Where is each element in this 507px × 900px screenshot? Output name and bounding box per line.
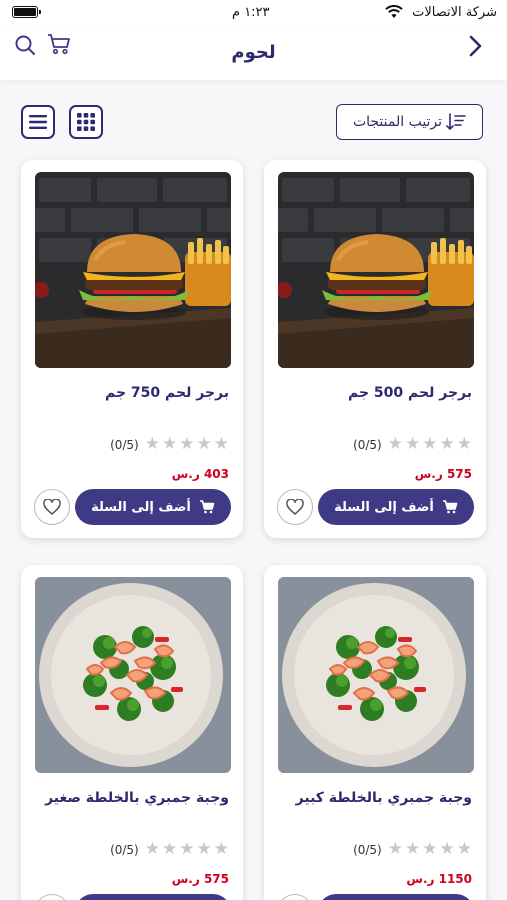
favorite-button[interactable]	[34, 489, 70, 525]
rating-text: (0/5)	[353, 437, 382, 452]
star-icon: ★	[196, 839, 212, 859]
sort-products-button[interactable]: ترتيب المنتجات	[336, 104, 483, 140]
sort-icon	[446, 113, 466, 130]
heart-icon	[286, 499, 304, 515]
star-icon: ★	[213, 839, 229, 859]
product-card[interactable]: وجبة جمبري بالخلطة كبير ★ ★ ★ ★ ★ (0/5) 1150…	[264, 565, 486, 900]
star-icon: ★	[422, 839, 438, 859]
star-icon: ★	[439, 839, 455, 859]
add-to-cart-button[interactable]: أضف إلى السلة	[318, 894, 474, 900]
star-icon: ★	[179, 839, 195, 859]
page-title: لحوم	[231, 42, 276, 63]
cart-add-icon	[199, 500, 215, 514]
wifi-icon	[385, 5, 403, 18]
status-time: ١:٢٣ م	[232, 5, 270, 20]
product-rating: ★ ★ ★ ★ ★ (0/5)	[353, 436, 472, 453]
product-price: 575 ر.س	[414, 467, 472, 481]
star-icon: ★	[144, 839, 160, 859]
product-price: 575 ر.س	[171, 872, 229, 886]
favorite-button[interactable]	[277, 894, 313, 900]
add-to-cart-label: أضف إلى السلة	[91, 499, 191, 515]
product-name[interactable]: برجر لحم 750 جم	[105, 385, 229, 401]
product-rating: ★ ★ ★ ★ ★ (0/5)	[353, 841, 472, 858]
rating-stars: ★ ★ ★ ★ ★	[145, 841, 229, 858]
battery-icon	[12, 6, 41, 18]
product-price: 1150 ر.س	[406, 872, 472, 886]
star-icon: ★	[456, 434, 472, 454]
rating-stars: ★ ★ ★ ★ ★	[388, 841, 472, 858]
product-rating: ★ ★ ★ ★ ★ (0/5)	[110, 841, 229, 858]
star-icon: ★	[213, 434, 229, 454]
rating-stars: ★ ★ ★ ★ ★	[388, 436, 472, 453]
sort-label: ترتيب المنتجات	[352, 114, 443, 130]
product-name[interactable]: وجبة جمبري بالخلطة كبير	[296, 790, 472, 806]
status-bar: ١:٢٣ م شركة الاتصالات	[0, 0, 507, 28]
star-icon: ★	[179, 434, 195, 454]
star-icon: ★	[196, 434, 212, 454]
favorite-button[interactable]	[277, 489, 313, 525]
grid-view-icon	[77, 113, 95, 131]
product-card[interactable]: برجر لحم 750 جم ★ ★ ★ ★ ★ (0/5) 403 ر.س أضف …	[21, 160, 243, 538]
add-to-cart-label: أضف إلى السلة	[334, 499, 434, 515]
star-icon: ★	[422, 434, 438, 454]
product-rating: ★ ★ ★ ★ ★ (0/5)	[110, 436, 229, 453]
carrier-name: شركة الاتصالات	[412, 5, 497, 20]
star-icon: ★	[405, 839, 421, 859]
product-card[interactable]: وجبة جمبري بالخلطة صغير ★ ★ ★ ★ ★ (0/5) 575 …	[21, 565, 243, 900]
star-icon: ★	[405, 434, 421, 454]
product-image[interactable]	[35, 172, 231, 368]
rating-text: (0/5)	[110, 437, 139, 452]
app-header: لحوم	[0, 28, 507, 80]
star-icon: ★	[387, 434, 403, 454]
product-image[interactable]	[278, 172, 474, 368]
product-price: 403 ر.س	[171, 467, 229, 481]
product-image[interactable]	[278, 577, 474, 773]
add-to-cart-button[interactable]: أضف إلى السلة	[75, 894, 231, 900]
rating-text: (0/5)	[110, 842, 139, 857]
star-icon: ★	[162, 839, 178, 859]
product-image[interactable]	[35, 577, 231, 773]
rating-stars: ★ ★ ★ ★ ★	[145, 436, 229, 453]
grid-view-button[interactable]	[69, 105, 103, 139]
rating-text: (0/5)	[353, 842, 382, 857]
star-icon: ★	[439, 434, 455, 454]
back-chevron-icon[interactable]	[463, 34, 487, 58]
favorite-button[interactable]	[34, 894, 70, 900]
star-icon: ★	[162, 434, 178, 454]
add-to-cart-button[interactable]: أضف إلى السلة	[75, 489, 231, 525]
add-to-cart-button[interactable]: أضف إلى السلة	[318, 489, 474, 525]
toolbar: ترتيب المنتجات	[0, 104, 507, 140]
star-icon: ★	[456, 839, 472, 859]
list-view-icon	[29, 115, 47, 129]
list-view-button[interactable]	[21, 105, 55, 139]
product-name[interactable]: وجبة جمبري بالخلطة صغير	[45, 790, 229, 806]
cart-add-icon	[442, 500, 458, 514]
star-icon: ★	[144, 434, 160, 454]
heart-icon	[43, 499, 61, 515]
product-name[interactable]: برجر لحم 500 جم	[348, 385, 472, 401]
product-card[interactable]: برجر لحم 500 جم ★ ★ ★ ★ ★ (0/5) 575 ر.س أضف …	[264, 160, 486, 538]
star-icon: ★	[387, 839, 403, 859]
